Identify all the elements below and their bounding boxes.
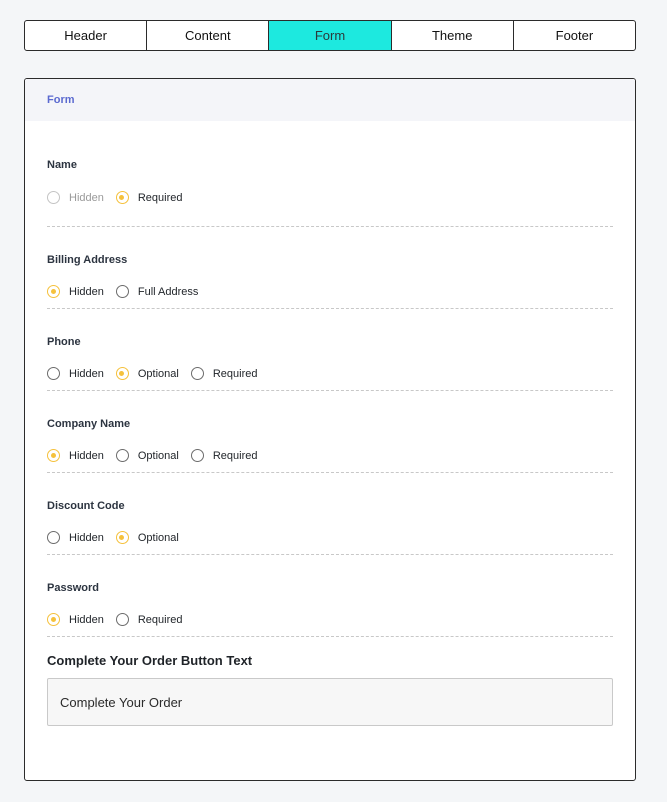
panel-header: Form: [25, 79, 635, 121]
option-password-required[interactable]: Required: [115, 613, 183, 626]
radio-group-company-name: Hidden Optional Required: [47, 449, 269, 462]
field-sections: Name Hidden Required Billing Address Hid…: [25, 121, 635, 637]
button-text-title: Complete Your Order Button Text: [47, 653, 253, 668]
tab-content[interactable]: Content: [147, 21, 270, 50]
option-label: Optional: [137, 531, 179, 544]
radio-group-phone: Hidden Optional Required: [47, 367, 269, 380]
option-company-optional[interactable]: Optional: [115, 449, 179, 462]
button-text-section: Complete Your Order Button Text: [25, 653, 635, 726]
radio-button[interactable]: [115, 613, 129, 626]
radio-button[interactable]: [190, 367, 204, 380]
section-title: Billing Address: [47, 254, 128, 266]
option-label: Required: [212, 367, 258, 380]
option-company-required[interactable]: Required: [190, 449, 258, 462]
option-label: Full Address: [137, 285, 199, 298]
option-label: Hidden: [69, 285, 104, 298]
option-label: Required: [212, 449, 258, 462]
option-name-hidden[interactable]: Hidden: [47, 191, 104, 204]
radio-button[interactable]: [115, 449, 129, 462]
section-title: Company Name: [47, 418, 131, 430]
option-discount-optional[interactable]: Optional: [115, 531, 179, 544]
radio-button[interactable]: [190, 449, 204, 462]
radio-button[interactable]: [47, 285, 60, 298]
option-password-hidden[interactable]: Hidden: [47, 613, 104, 626]
option-discount-hidden[interactable]: Hidden: [47, 531, 104, 544]
radio-group-discount-code: Hidden Optional: [47, 531, 191, 544]
radio-button[interactable]: [47, 449, 60, 462]
tab-theme[interactable]: Theme: [392, 21, 514, 50]
radio-group-password: Hidden Required: [47, 613, 195, 626]
option-label: Hidden: [69, 367, 104, 380]
button-text-input[interactable]: [47, 678, 613, 726]
section-title: Discount Code: [47, 500, 125, 512]
option-phone-optional[interactable]: Optional: [115, 367, 179, 380]
option-label: Optional: [137, 367, 179, 380]
radio-button[interactable]: [115, 191, 129, 204]
tab-label: Form: [314, 28, 346, 43]
option-label: Hidden: [69, 191, 104, 204]
tab-header[interactable]: Header: [25, 21, 148, 50]
option-label: Required: [137, 613, 183, 626]
tab-form[interactable]: Form: [269, 21, 392, 50]
tab-label: Theme: [431, 28, 473, 43]
radio-button[interactable]: [115, 367, 129, 380]
section-company-name: Company Name Hidden Optional Required: [47, 391, 613, 473]
section-discount-code: Discount Code Hidden Optional: [47, 473, 613, 555]
radio-button[interactable]: [115, 285, 129, 298]
section-password: Password Hidden Required: [47, 555, 613, 637]
section-name: Name Hidden Required: [47, 121, 613, 227]
radio-button[interactable]: [47, 367, 60, 380]
tab-label: Content: [185, 28, 231, 43]
settings-tabs: Header Content Form Theme Footer: [24, 20, 636, 51]
option-label: Hidden: [69, 613, 104, 626]
option-label: Required: [137, 191, 183, 204]
section-title: Phone: [47, 336, 81, 348]
panel-title: Form: [47, 94, 75, 106]
tab-label: Footer: [555, 28, 594, 43]
radio-button[interactable]: [115, 531, 129, 544]
section-phone: Phone Hidden Optional Required: [47, 309, 613, 391]
section-billing-address: Billing Address Hidden Full Address: [47, 227, 613, 309]
radio-group-name: Hidden Required: [47, 191, 195, 204]
radio-button[interactable]: [47, 191, 60, 204]
tab-label: Header: [64, 28, 107, 43]
form-settings-panel: Form Name Hidden Required Billing Addres…: [24, 78, 636, 781]
option-phone-hidden[interactable]: Hidden: [47, 367, 104, 380]
radio-button[interactable]: [47, 613, 60, 626]
radio-button[interactable]: [47, 531, 60, 544]
section-title: Name: [47, 159, 77, 171]
section-title: Password: [47, 582, 99, 594]
radio-group-billing-address: Hidden Full Address: [47, 285, 210, 298]
option-phone-required[interactable]: Required: [190, 367, 258, 380]
option-label: Optional: [137, 449, 179, 462]
option-label: Hidden: [69, 531, 104, 544]
option-label: Hidden: [69, 449, 104, 462]
option-billing-full-address[interactable]: Full Address: [115, 285, 199, 298]
option-billing-hidden[interactable]: Hidden: [47, 285, 104, 298]
option-company-hidden[interactable]: Hidden: [47, 449, 104, 462]
tab-footer[interactable]: Footer: [514, 21, 635, 50]
option-name-required[interactable]: Required: [115, 191, 183, 204]
